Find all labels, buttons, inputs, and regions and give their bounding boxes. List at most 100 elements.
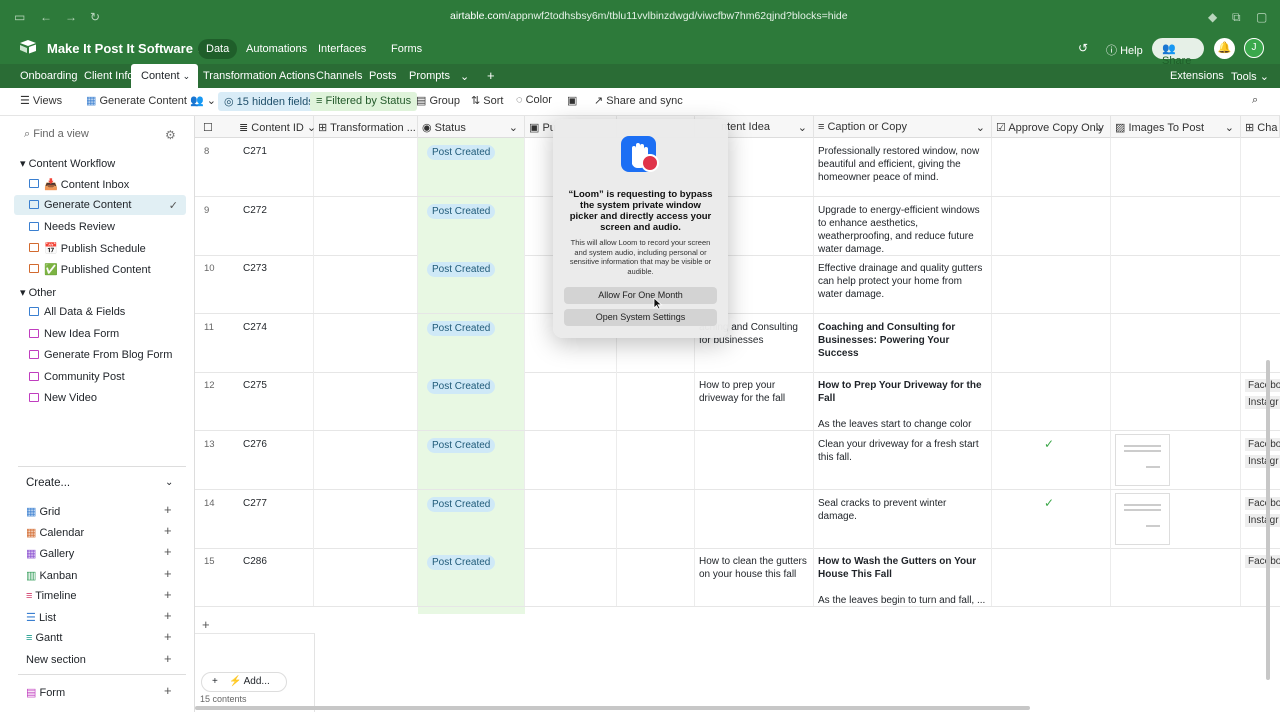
airtable-logo-icon[interactable]: [20, 40, 36, 54]
view-needs-review[interactable]: Needs Review: [14, 217, 186, 237]
cell-blank[interactable]: [617, 372, 695, 431]
cell-channels[interactable]: [1241, 138, 1280, 196]
view-published-content[interactable]: ✅ Published Content: [14, 259, 186, 279]
cell-status[interactable]: Post Created: [418, 372, 525, 431]
cell-transformation[interactable]: [314, 313, 418, 372]
create-header[interactable]: Create...: [26, 477, 70, 489]
history-icon[interactable]: ↺: [1078, 41, 1088, 55]
column-images[interactable]: ▨ Images To Post ⌄: [1111, 116, 1241, 138]
tab-client-info[interactable]: Client Info: [84, 64, 134, 88]
color-button[interactable]: ◌ Color: [516, 94, 552, 106]
cell-blank[interactable]: [617, 548, 695, 607]
create-kanban[interactable]: ▥ Kanban: [26, 569, 77, 582]
add-table-icon[interactable]: +: [487, 64, 495, 88]
table-row[interactable]: 14 C277 Post Created Seal cracks to prevent…: [195, 489, 1280, 549]
cell-images[interactable]: [1111, 548, 1241, 607]
tabs-icon[interactable]: ▢: [1256, 10, 1267, 24]
cell-status[interactable]: Post Created: [418, 431, 525, 489]
create-timeline[interactable]: ≡ Timeline: [26, 590, 76, 602]
horizontal-scrollbar[interactable]: [195, 706, 1030, 710]
cell-transformation[interactable]: [314, 372, 418, 431]
view-all-data[interactable]: All Data & Fields: [14, 302, 186, 322]
add-record-button[interactable]: + ⚡ Add...: [201, 672, 287, 692]
cell-content-id[interactable]: C273: [239, 255, 314, 314]
column-channels[interactable]: ⊞ Cha: [1241, 116, 1280, 138]
cell-images[interactable]: [1111, 196, 1241, 255]
column-content-id[interactable]: ≣ Content ID ⌄: [239, 116, 314, 138]
tab-onboarding[interactable]: Onboarding: [20, 64, 78, 88]
cell-channels[interactable]: Facebo Instagr: [1241, 372, 1280, 430]
table-row[interactable]: 10 C273 Post Created Effective drainage and…: [195, 255, 1280, 315]
table-row[interactable]: 9 C272 Post Created Upgrade to energy-effic…: [195, 196, 1280, 256]
table-row[interactable]: 13 C276 Post Created Clean your driveway fo…: [195, 431, 1280, 490]
section-content-workflow[interactable]: ▾ Content Workflow: [20, 157, 115, 170]
add-gantt-icon[interactable]: +: [164, 629, 172, 644]
cell-images[interactable]: [1111, 313, 1241, 372]
cell-content-id[interactable]: C272: [239, 196, 314, 255]
user-avatar[interactable]: J: [1244, 38, 1264, 58]
create-calendar[interactable]: ▦ Calendar: [26, 526, 84, 539]
sort-button[interactable]: ⇅ Sort: [471, 94, 503, 107]
cell-approve[interactable]: ✓: [992, 431, 1111, 489]
share-button[interactable]: 👥 Share: [1152, 38, 1204, 67]
back-icon[interactable]: ←: [40, 10, 52, 24]
cell-content-id[interactable]: C271: [239, 138, 314, 196]
cell-publish[interactable]: [525, 548, 617, 607]
cell-images[interactable]: [1111, 489, 1241, 548]
add-kanban-icon[interactable]: +: [164, 566, 172, 581]
column-status[interactable]: ◉ Status ⌄: [418, 116, 525, 138]
view-community-post[interactable]: Community Post: [14, 367, 186, 387]
tab-posts[interactable]: Posts: [369, 64, 397, 88]
cell-caption[interactable]: Clean your driveway for a fresh start th…: [814, 431, 992, 489]
view-generate-from-blog[interactable]: Generate From Blog Form: [14, 345, 186, 365]
base-name[interactable]: Make It Post It Software ⌄: [47, 41, 204, 56]
cell-content-id[interactable]: C275: [239, 372, 314, 431]
cell-caption[interactable]: How to Wash the Gutters on Your House Th…: [814, 548, 992, 607]
add-grid-icon[interactable]: +: [164, 502, 172, 517]
view-publish-schedule[interactable]: 📅 Publish Schedule: [14, 238, 186, 258]
help-button[interactable]: ⓘ Help: [1106, 42, 1143, 58]
cell-caption[interactable]: Seal cracks to prevent winter damage.: [814, 489, 992, 548]
tab-content[interactable]: Content ⌄: [131, 64, 199, 88]
current-view-selector[interactable]: ▦ Generate Content 👥 ⌄: [86, 94, 216, 107]
cell-approve[interactable]: [992, 196, 1111, 255]
row-height-icon[interactable]: ▣: [567, 94, 577, 107]
cell-approve[interactable]: [992, 255, 1111, 314]
cell-channels[interactable]: Facebo Instagr: [1241, 490, 1280, 548]
table-row[interactable]: 8 C271 Post Created Professionally restored…: [195, 138, 1280, 197]
cell-transformation[interactable]: [314, 431, 418, 489]
hidden-fields-button[interactable]: ◎ 15 hidden fields: [218, 92, 320, 111]
sidebar-toggle-icon[interactable]: ▭: [14, 10, 25, 24]
cell-channels[interactable]: [1241, 197, 1280, 255]
nav-interfaces[interactable]: Interfaces: [310, 39, 374, 59]
cell-transformation[interactable]: [314, 255, 418, 314]
cell-approve[interactable]: [992, 313, 1111, 372]
cell-content-idea[interactable]: How to clean the gutters on your house t…: [695, 548, 814, 607]
cell-images[interactable]: [1111, 138, 1241, 196]
search-icon[interactable]: ⌕: [1252, 94, 1258, 107]
cell-caption[interactable]: Coaching and Consulting for Businesses: …: [814, 313, 992, 372]
cell-content-id[interactable]: C277: [239, 489, 314, 548]
cell-status[interactable]: Post Created: [418, 138, 525, 196]
view-content-inbox[interactable]: 📥 Content Inbox: [14, 174, 186, 194]
views-toggle[interactable]: ☰ Views: [20, 94, 62, 107]
section-other[interactable]: ▾ Other: [20, 286, 56, 299]
notifications-bell-icon[interactable]: 🔔: [1214, 38, 1235, 59]
add-section-icon[interactable]: +: [164, 651, 172, 666]
cell-caption[interactable]: Upgrade to energy-efficient windows to e…: [814, 196, 992, 255]
shield-icon[interactable]: ◆: [1208, 10, 1217, 24]
cell-content-id[interactable]: C286: [239, 548, 314, 607]
cell-content-idea[interactable]: [695, 489, 814, 548]
cell-content-idea[interactable]: How to prep your driveway for the fall: [695, 372, 814, 431]
table-row[interactable]: 11 C274 Post Created aching and Consulting …: [195, 313, 1280, 373]
new-section[interactable]: New section: [26, 654, 86, 666]
forward-icon[interactable]: →: [65, 10, 77, 24]
cell-approve[interactable]: [992, 548, 1111, 607]
vertical-scrollbar[interactable]: [1266, 360, 1270, 680]
cell-caption[interactable]: How to Prep Your Driveway for the Fall As…: [814, 372, 992, 431]
cell-images[interactable]: [1111, 372, 1241, 431]
cell-content-id[interactable]: C276: [239, 431, 314, 489]
cell-blank[interactable]: [617, 431, 695, 489]
add-calendar-icon[interactable]: +: [164, 523, 172, 538]
address-bar[interactable]: airtable.com/appnwf2todhsbsy6m/tblu11vvl…: [450, 10, 848, 22]
